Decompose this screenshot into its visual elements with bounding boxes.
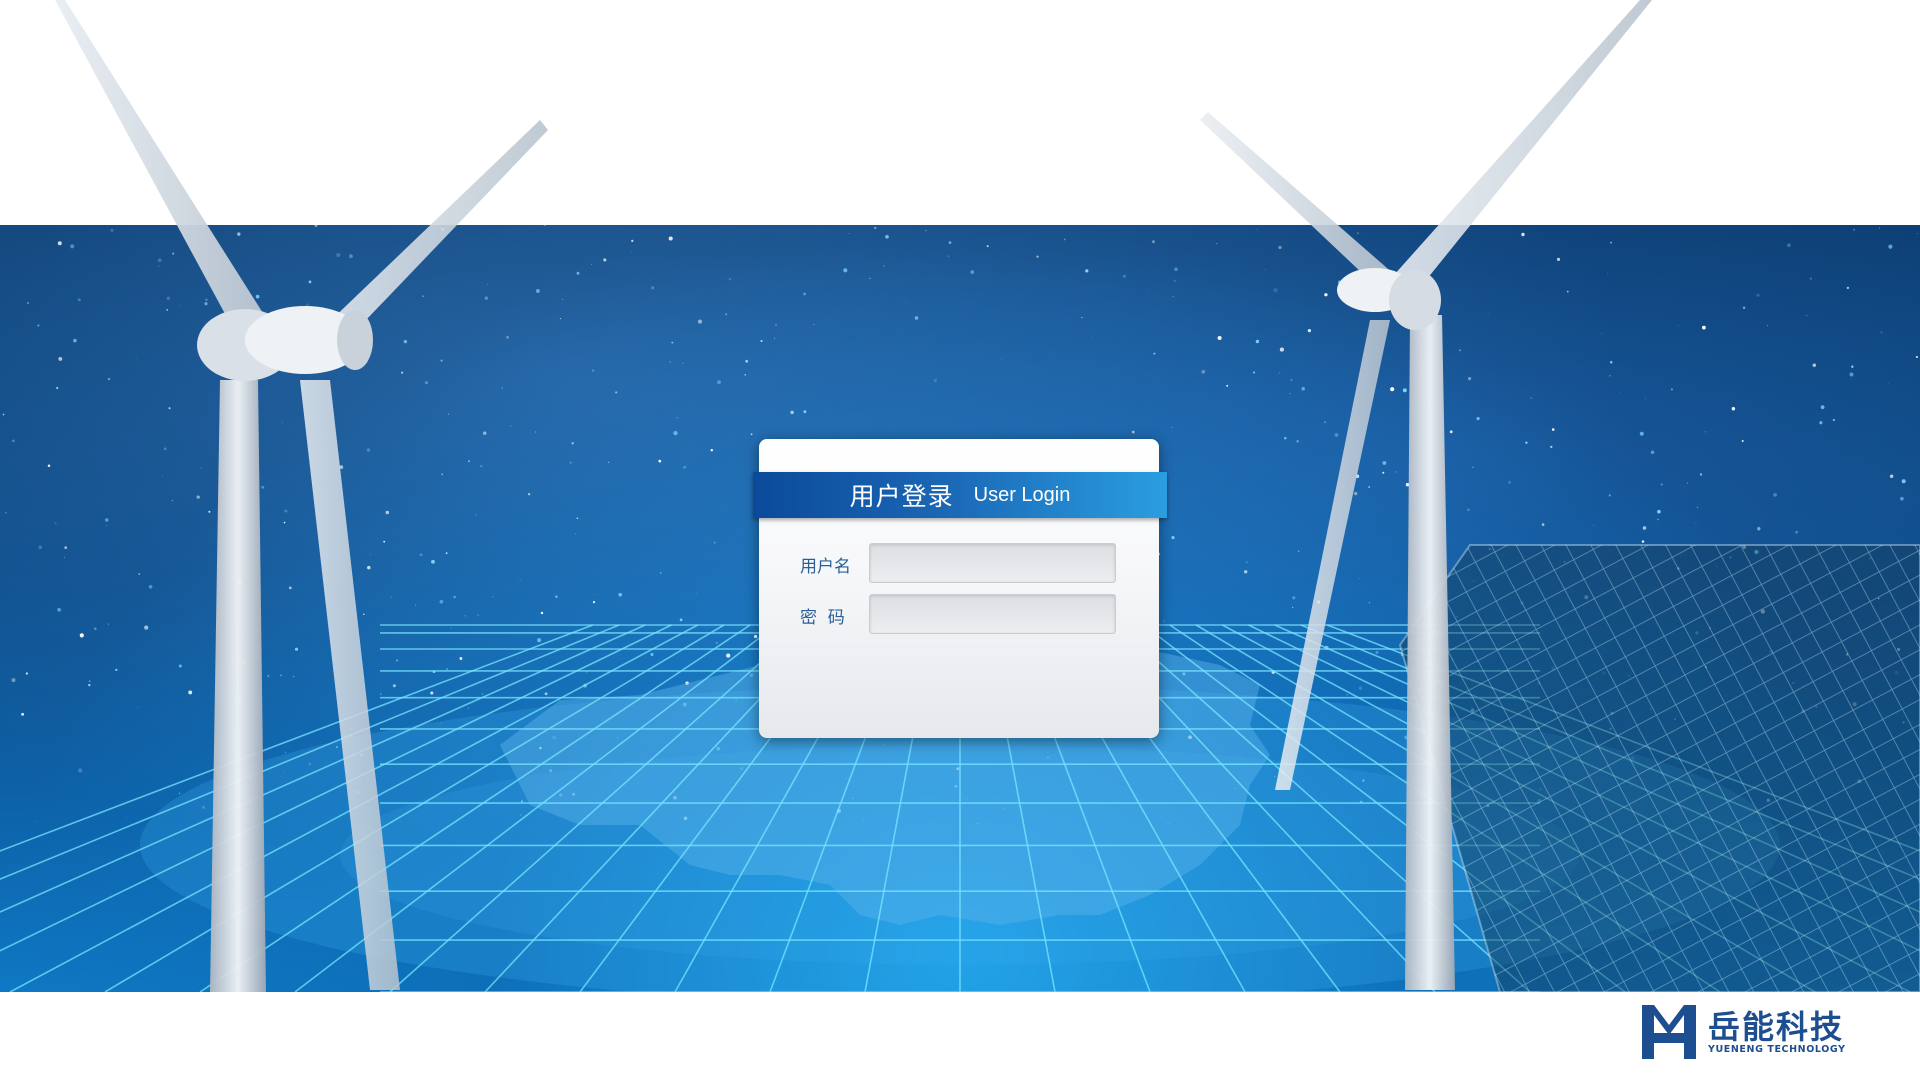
login-header: 用户登录 User Login (753, 472, 1167, 518)
wind-turbine-left (55, 0, 548, 992)
login-title-cn: 用户登录 (849, 482, 954, 511)
logo-name-en: YUENENG TECHNOLOGY (1708, 1043, 1846, 1055)
username-label: 用户名 (800, 557, 851, 577)
wind-turbine-right (1200, 0, 1652, 990)
username-input[interactable] (869, 543, 1116, 583)
logo-name-cn: 岳能科技 (1708, 1007, 1845, 1046)
password-label: 密 码 (800, 608, 845, 628)
password-input[interactable] (869, 594, 1116, 634)
login-title-en: User Login (973, 483, 1071, 506)
yueneng-logo-mark (1642, 1005, 1696, 1059)
company-logo: 岳能科技 YUENENG TECHNOLOGY (1640, 1003, 1846, 1061)
